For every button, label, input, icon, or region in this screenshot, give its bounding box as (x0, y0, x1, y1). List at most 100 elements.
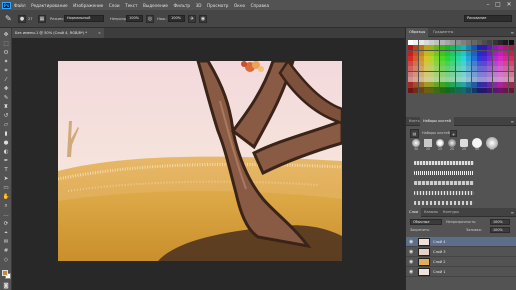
color-swatch[interactable] (423, 50, 429, 56)
color-swatch[interactable] (429, 61, 435, 67)
minimize-button[interactable]: – (484, 1, 492, 8)
color-swatch[interactable] (429, 82, 435, 88)
color-swatch[interactable] (487, 45, 493, 51)
color-swatch[interactable] (471, 71, 477, 77)
move-tool-icon[interactable]: ✥ (2, 31, 10, 39)
menu-filter[interactable]: Фильтр (174, 3, 191, 8)
color-swatch[interactable] (487, 82, 493, 88)
layer-row[interactable]: ◉ Слой 3 (406, 247, 516, 257)
color-swatch[interactable] (498, 45, 504, 51)
color-swatch[interactable] (450, 82, 456, 88)
color-swatch[interactable] (450, 87, 456, 93)
color-swatch[interactable] (418, 77, 424, 83)
color-swatch[interactable] (455, 87, 461, 93)
marquee-tool-icon[interactable]: ⬚ (2, 40, 10, 48)
color-swatch[interactable] (476, 61, 482, 67)
color-swatch[interactable] (423, 77, 429, 83)
color-swatch[interactable] (408, 40, 413, 45)
color-swatch[interactable] (508, 66, 514, 72)
color-swatch[interactable] (450, 77, 456, 83)
color-swatch[interactable] (492, 87, 498, 93)
visibility-eye-icon[interactable]: ◉ (409, 249, 415, 255)
more-tools-icon[interactable]: … (2, 211, 10, 219)
color-swatch[interactable] (434, 50, 440, 56)
color-swatch[interactable] (429, 50, 435, 56)
color-swatch[interactable] (476, 40, 482, 45)
color-swatch[interactable] (434, 87, 440, 93)
color-swatch[interactable] (434, 66, 440, 72)
menu-file[interactable]: Файл (14, 3, 26, 8)
color-swatch[interactable] (487, 71, 493, 77)
color-swatch[interactable] (460, 61, 466, 67)
color-swatch[interactable] (434, 45, 440, 51)
color-swatch[interactable] (439, 71, 445, 77)
color-swatch[interactable] (503, 61, 509, 67)
document-tab[interactable]: Без имени-1 @ 50% (Слой 4, RGB/8*) * × (12, 28, 104, 38)
brush-tip-5[interactable] (460, 139, 468, 147)
painting-canvas[interactable] (58, 61, 342, 261)
color-swatch[interactable] (471, 87, 477, 93)
color-swatch[interactable] (508, 45, 514, 51)
color-swatch[interactable] (460, 87, 466, 93)
color-swatch[interactable] (439, 82, 445, 88)
color-swatch[interactable] (455, 40, 461, 45)
color-swatch[interactable] (423, 45, 429, 51)
brush-picker-button[interactable]: ● (18, 15, 26, 23)
color-swatch[interactable] (466, 61, 472, 67)
color-swatch[interactable] (455, 71, 461, 77)
flow-field[interactable]: 100% (168, 15, 185, 22)
tab-channels[interactable]: Каналы (421, 208, 441, 217)
quick-select-tool-icon[interactable]: ✦ (2, 58, 10, 66)
color-swatch[interactable] (445, 87, 451, 93)
history-brush-tool-icon[interactable]: ↺ (2, 112, 10, 120)
color-swatch[interactable] (492, 40, 498, 45)
color-swatch[interactable] (460, 50, 466, 56)
pen-tool-icon[interactable]: ✒ (2, 157, 10, 165)
color-swatch[interactable] (487, 77, 493, 83)
color-swatch[interactable] (439, 66, 445, 72)
color-swatch[interactable] (413, 61, 419, 67)
color-swatch[interactable] (482, 61, 488, 67)
color-swatch[interactable] (498, 87, 504, 93)
tab-layers[interactable]: Слои (406, 208, 422, 217)
menu-edit[interactable]: Редактирование (31, 3, 68, 8)
foreground-color-swatch[interactable] (2, 270, 8, 276)
color-swatch[interactable] (429, 40, 435, 45)
close-window-button[interactable]: ✕ (505, 1, 513, 8)
color-swatch[interactable] (450, 71, 456, 77)
layer-row[interactable]: ◉ Слой 1 (406, 267, 516, 277)
color-swatch[interactable] (460, 71, 466, 77)
brush-tip-3[interactable] (436, 139, 444, 147)
color-swatch[interactable] (471, 55, 477, 61)
tab-paths[interactable]: Контуры (440, 208, 462, 217)
color-swatch[interactable] (413, 77, 419, 83)
color-swatch[interactable] (455, 45, 461, 51)
color-swatch[interactable] (445, 40, 451, 45)
menu-select[interactable]: Выделение (143, 3, 168, 8)
color-swatch[interactable] (503, 50, 509, 56)
color-swatch[interactable] (487, 50, 493, 56)
menu-window[interactable]: Окно (234, 3, 245, 8)
color-swatch[interactable] (455, 55, 461, 61)
color-swatch[interactable] (450, 61, 456, 67)
color-swatch[interactable] (471, 40, 477, 45)
color-swatch[interactable] (445, 66, 451, 72)
brush-settings-icon[interactable]: ▤ (410, 129, 419, 138)
color-swatch[interactable] (408, 77, 413, 83)
mode-select[interactable]: Нормальный (64, 15, 104, 22)
zoom-tool-icon[interactable]: ⌕ (2, 202, 10, 210)
color-swatch[interactable] (450, 40, 456, 45)
color-swatch[interactable] (439, 55, 445, 61)
color-swatch[interactable] (418, 87, 424, 93)
quick-mask-icon[interactable]: ◙ (2, 282, 10, 290)
color-swatch[interactable] (492, 55, 498, 61)
workspace-select[interactable]: Рисование (464, 15, 512, 22)
color-swatch[interactable] (434, 71, 440, 77)
color-swatch[interactable] (418, 82, 424, 88)
hand-tool-icon[interactable]: ✋ (2, 193, 10, 201)
color-swatch[interactable] (503, 71, 509, 77)
measure-tool-icon[interactable]: ⌖ (2, 229, 10, 237)
color-swatch[interactable] (408, 87, 413, 93)
color-swatch[interactable] (508, 61, 514, 67)
brush-stroke-preview-2[interactable] (414, 171, 474, 175)
